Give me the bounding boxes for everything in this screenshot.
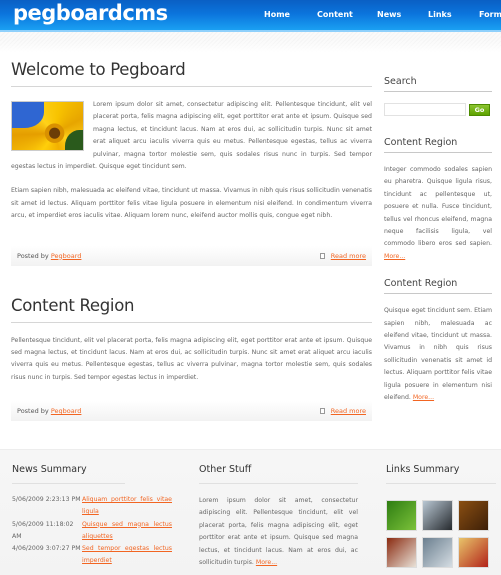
post: Content Region Pellentesque tincidunt, e… <box>11 294 372 422</box>
footer: News Summary 5/06/2009 2:23:13 PM Aliqua… <box>0 449 501 575</box>
sunflower-image <box>11 101 84 151</box>
news-date: 5/06/2009 11:18:02 AM <box>12 520 74 540</box>
author-link[interactable]: Pegboard <box>51 252 82 260</box>
nav-form[interactable]: Form <box>479 0 501 30</box>
post-paragraph: Etiam sapien nibh, malesuada ac eleifend… <box>11 187 372 220</box>
nav-links[interactable]: Links <box>428 0 452 30</box>
news-summary-title: News Summary <box>12 461 125 484</box>
coffee-thumbnail[interactable] <box>386 537 417 568</box>
post-title: Welcome to Pegboard <box>11 58 372 87</box>
news-date: 5/06/2009 2:23:13 PM <box>12 496 81 503</box>
links-summary-title: Links Summary <box>386 461 496 484</box>
read-more-link[interactable]: Read more <box>331 252 366 260</box>
sidebar-block-text: Quisque eget tincidunt sem. Etiam sapien… <box>384 305 492 404</box>
nav-home[interactable]: Home <box>264 0 290 30</box>
search-form: Go <box>384 103 492 116</box>
post-body: Pellentesque tincidunt, elit vel placera… <box>11 335 372 385</box>
document-icon <box>319 252 325 259</box>
read-more-wrapper: Read more <box>319 401 366 421</box>
other-stuff-body: Lorem ipsum dolor sit amet, consectetur … <box>199 497 358 567</box>
read-more-link[interactable]: Read more <box>331 407 366 415</box>
links-summary: Links Summary <box>386 461 496 568</box>
more-link[interactable]: More... <box>256 559 277 566</box>
cheese-thumbnail[interactable] <box>458 537 489 568</box>
main-content: Welcome to Pegboard Lorem ipsum dolor si… <box>11 58 372 422</box>
sidebar: Search Go Content Region Integer commodo… <box>384 74 492 405</box>
coast-thumbnail[interactable] <box>422 537 453 568</box>
sidebar-block-body: Quisque eget tincidunt sem. Etiam sapien… <box>384 307 492 402</box>
news-item: 5/06/2009 2:23:13 PM Aliquam porttitor f… <box>12 494 172 519</box>
news-link[interactable]: Quisque sed magna lectus aliquettes <box>82 519 172 544</box>
search-title: Search <box>384 74 492 92</box>
sidebar-block-title: Content Region <box>384 276 492 295</box>
search-input[interactable] <box>384 103 466 116</box>
posted-by-label: Posted by <box>17 407 49 416</box>
posted-by-label: Posted by <box>17 251 49 260</box>
links-thumbnail-grid <box>386 500 496 568</box>
carving-thumbnail[interactable] <box>458 500 489 531</box>
document-icon <box>319 408 325 415</box>
other-stuff-title: Other Stuff <box>199 461 358 484</box>
news-list: 5/06/2009 2:23:13 PM Aliquam porttitor f… <box>12 494 172 568</box>
other-stuff: Other Stuff Lorem ipsum dolor sit amet, … <box>199 461 358 569</box>
post-footer: Posted by Pegboard Read more <box>11 245 372 266</box>
sidebar-block-body: Integer commodo sodales sapien eu pharet… <box>384 166 492 248</box>
post: Welcome to Pegboard Lorem ipsum dolor si… <box>11 58 372 266</box>
nav-content[interactable]: Content <box>317 0 353 30</box>
news-date: 4/06/2009 3:07:27 PM <box>12 545 81 553</box>
sidebar-block-title: Content Region <box>384 135 492 153</box>
author-link[interactable]: Pegboard <box>51 407 82 415</box>
post-footer: Posted by Pegboard Read more <box>11 401 372 422</box>
more-link[interactable]: More... <box>384 253 405 260</box>
news-summary: News Summary 5/06/2009 2:23:13 PM Aliqua… <box>12 461 172 568</box>
post-title: Content Region <box>11 294 372 323</box>
post-body: Lorem ipsum dolor sit amet, consectetur … <box>11 99 372 223</box>
leaf-thumbnail[interactable] <box>386 500 417 531</box>
nav-news[interactable]: News <box>377 0 401 30</box>
news-item: 5/06/2009 11:18:02 AM Quisque sed magna … <box>12 519 172 544</box>
read-more-wrapper: Read more <box>319 246 366 266</box>
search-go-button[interactable]: Go <box>469 103 490 116</box>
header-stripe-decoration <box>0 32 501 52</box>
post-paragraph: Pellentesque tincidunt, elit vel placera… <box>11 336 372 381</box>
more-link[interactable]: More... <box>413 394 434 401</box>
news-item: 4/06/2009 3:07:27 PM Sed tempor egestas … <box>12 543 172 568</box>
cliffs-thumbnail[interactable] <box>422 500 453 531</box>
sidebar-block-text: Integer commodo sodales sapien eu pharet… <box>384 164 492 263</box>
site-logo[interactable]: pegboardcms <box>13 1 168 25</box>
news-link[interactable]: Sed tempor egestas lectus imperdiet <box>82 543 172 568</box>
news-link[interactable]: Aliquam porttitor felis vitae ligula <box>82 494 172 519</box>
other-stuff-text: Lorem ipsum dolor sit amet, consectetur … <box>199 495 358 569</box>
site-header: pegboardcms Home Content News Links Form <box>0 0 501 32</box>
